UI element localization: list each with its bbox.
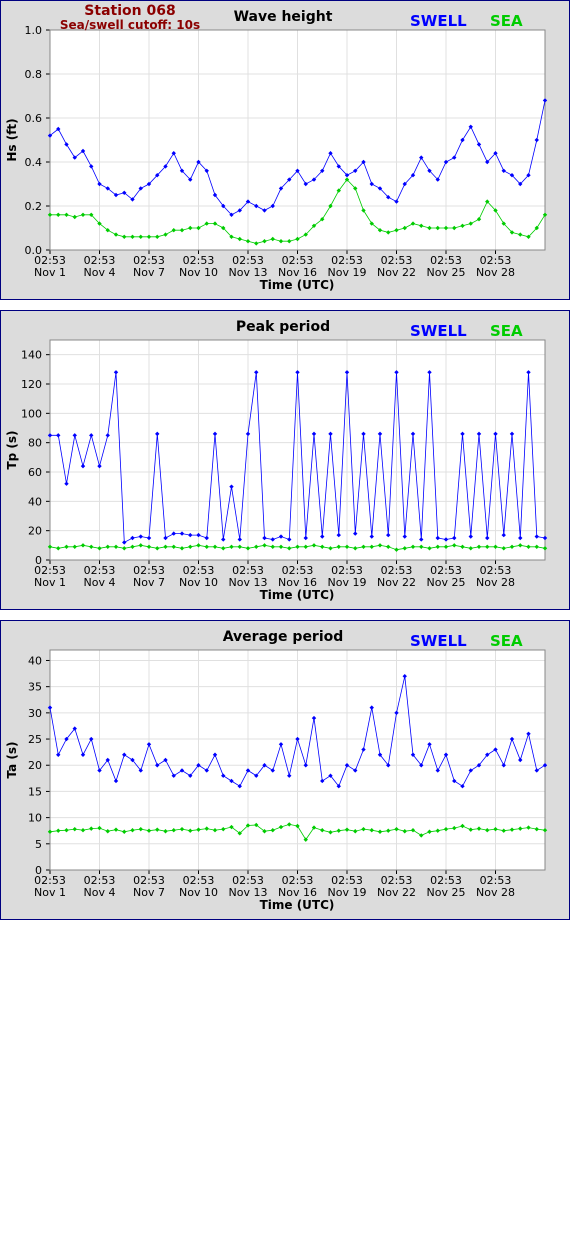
legend-sea: SEA <box>490 12 523 30</box>
peak-period-panel: 0 20 40 60 80 100 120 140 02:53 Nov 1 02:53 Nov 4 02… <box>0 310 570 610</box>
x-tick-date: Nov 28 <box>476 266 515 279</box>
x-tick-date: Nov 22 <box>377 886 416 899</box>
y-tick-label: 35 <box>28 681 42 694</box>
average-period-chart: 051015202530354002:53Nov 102:53Nov 402:5… <box>0 620 570 920</box>
peak-period-chart: 02040608010012014002:53Nov 102:53Nov 402… <box>0 310 570 610</box>
x-tick-date: Nov 1 <box>34 576 66 589</box>
average-period-panel: 0 5 10 15 20 25 30 35 40 02:53 Nov 1 02:53 Nov 4 02:5… <box>0 620 570 920</box>
x-tick-date: Nov 10 <box>179 266 218 279</box>
y-tick-label: 40 <box>28 495 42 508</box>
x-tick-date: Nov 1 <box>34 886 66 899</box>
x-tick-date: Nov 7 <box>133 266 165 279</box>
chart-title: Peak period <box>236 319 330 335</box>
y-tick-label: 80 <box>28 437 42 450</box>
y-tick-label: 0.8 <box>25 68 43 81</box>
x-tick-date: Nov 10 <box>179 886 218 899</box>
wave-height-chart: 0.00.20.40.60.81.002:53Nov 102:53Nov 402… <box>0 0 570 300</box>
x-tick-date: Nov 4 <box>84 886 116 899</box>
legend-sea: SEA <box>490 632 523 650</box>
y-axis-label: Hs (ft) <box>5 118 19 161</box>
chart-title: Average period <box>223 629 344 645</box>
y-tick-label: 5 <box>35 838 42 851</box>
x-tick-date: Nov 25 <box>427 886 466 899</box>
y-tick-label: 1.0 <box>25 24 43 37</box>
x-tick-date: Nov 25 <box>427 266 466 279</box>
y-tick-label: 120 <box>21 378 42 391</box>
x-tick-date: Nov 25 <box>427 576 466 589</box>
legend-swell: SWELL <box>410 322 467 340</box>
y-tick-label: 20 <box>28 759 42 772</box>
sea-swell-cutoff: Sea/swell cutoff: 10s <box>60 18 200 32</box>
x-tick-date: Nov 4 <box>84 266 116 279</box>
y-axis-label: Tp (s) <box>5 430 19 469</box>
legend-sea: SEA <box>490 322 523 340</box>
wave-height-panel: 0.0 0.2 0.4 0.6 0.8 1.0 02:53 Nov 1 02:53 Nov 4 02… <box>0 0 570 300</box>
x-tick-date: Nov 22 <box>377 266 416 279</box>
legend-swell: SWELL <box>410 12 467 30</box>
x-tick-date: Nov 7 <box>133 886 165 899</box>
x-tick-date: Nov 28 <box>476 886 515 899</box>
x-tick-date: Nov 7 <box>133 576 165 589</box>
y-tick-label: 25 <box>28 733 42 746</box>
y-tick-label: 100 <box>21 407 42 420</box>
y-tick-label: 15 <box>28 785 42 798</box>
y-tick-label: 0.6 <box>25 112 43 125</box>
station-name: Station 068 <box>84 3 175 19</box>
y-tick-label: 20 <box>28 525 42 538</box>
y-tick-label: 60 <box>28 466 42 479</box>
x-tick-date: Nov 10 <box>179 576 218 589</box>
legend-swell: SWELL <box>410 632 467 650</box>
y-tick-label: 0.4 <box>25 156 43 169</box>
y-tick-label: 40 <box>28 654 42 667</box>
x-tick-date: Nov 22 <box>377 576 416 589</box>
x-tick-date: Nov 28 <box>476 576 515 589</box>
x-axis-label: Time (UTC) <box>260 898 335 912</box>
x-axis-label: Time (UTC) <box>260 278 335 292</box>
x-axis-label: Time (UTC) <box>260 588 335 602</box>
y-tick-label: 140 <box>21 349 42 362</box>
y-tick-label: 30 <box>28 707 42 720</box>
y-axis-label: Ta (s) <box>5 741 19 778</box>
y-tick-label: 10 <box>28 812 42 825</box>
y-tick-label: 0.2 <box>25 200 43 213</box>
x-tick-date: Nov 1 <box>34 266 66 279</box>
chart-title: Wave height <box>234 9 333 25</box>
x-tick-date: Nov 4 <box>84 576 116 589</box>
